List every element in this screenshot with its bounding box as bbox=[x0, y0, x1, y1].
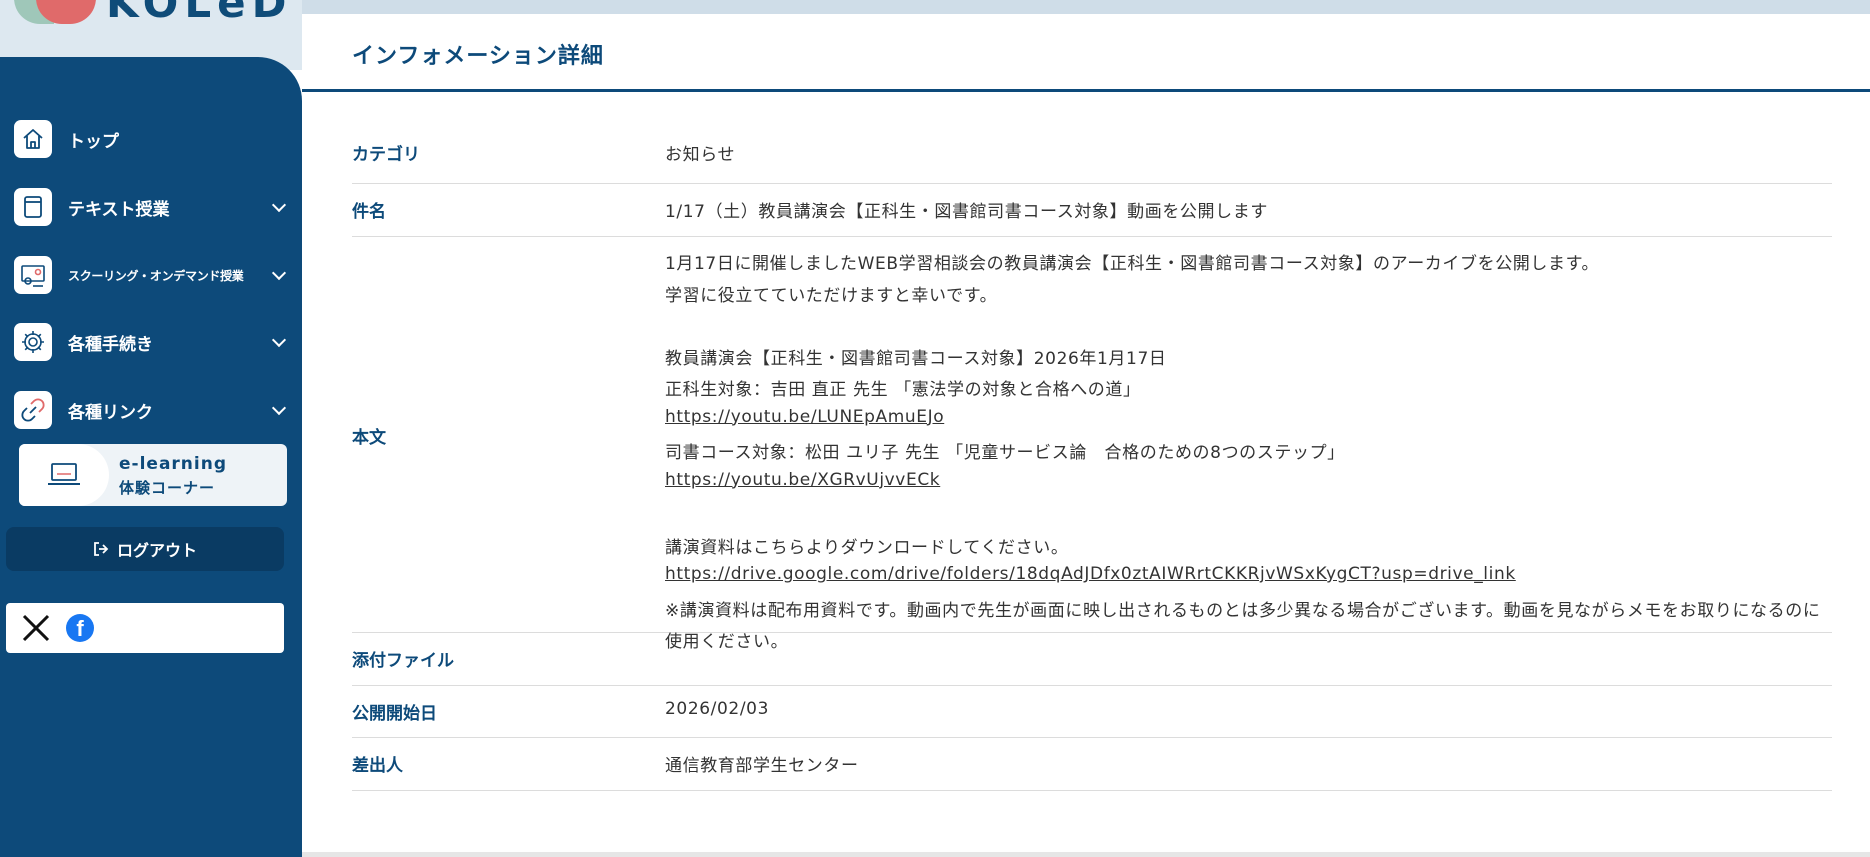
logout-icon bbox=[94, 542, 109, 556]
facebook-icon[interactable]: f bbox=[66, 614, 94, 642]
sidebar-item-top[interactable]: トップ bbox=[14, 119, 294, 159]
chevron-down-icon[interactable] bbox=[271, 197, 287, 213]
subject-label: 件名 bbox=[352, 202, 386, 222]
youtube-link-2[interactable]: https://youtu.be/XGRvUjvvECk bbox=[665, 470, 940, 490]
body-line: 講演資料はこちらよりダウンロードしてください。 bbox=[665, 537, 1069, 558]
app-logo[interactable]: KOLeD bbox=[14, 0, 292, 24]
main-content: インフォメーション詳細 カテゴリ お知らせ 件名 1/17（土）教員講演会【正科… bbox=[302, 14, 1870, 857]
laptop-icon bbox=[19, 444, 109, 506]
detail-row-category: カテゴリ お知らせ bbox=[352, 132, 1832, 184]
chevron-down-icon[interactable] bbox=[271, 400, 287, 416]
detail-row-sender: 差出人 通信教育部学生センター bbox=[352, 738, 1832, 791]
sidebar-item-label: スクーリング・オンデマンド授業 bbox=[68, 268, 244, 283]
logo-text: KOLeD bbox=[106, 0, 293, 27]
body-line: 司書コース対象：松田 ユリ子 先生 「児童サービス論 合格のための8つのステップ… bbox=[665, 443, 1345, 463]
sidebar-item-label: トップ bbox=[68, 131, 119, 152]
body-line: 学習に役立てていただけますと幸いです。 bbox=[665, 285, 998, 306]
bottom-scroll-strip bbox=[302, 852, 1870, 857]
sender-label: 差出人 bbox=[352, 756, 403, 776]
title-divider bbox=[302, 89, 1870, 92]
gear-icon bbox=[14, 323, 52, 361]
body-line bbox=[665, 501, 1833, 533]
sidebar-item-label: テキスト授業 bbox=[68, 199, 170, 220]
chevron-down-icon[interactable] bbox=[271, 332, 287, 348]
drive-link[interactable]: https://drive.google.com/drive/folders/1… bbox=[665, 564, 1516, 584]
body-text: 1月17日に開催しましたWEB学習相談会の教員講演会【正科生・図書館司書コース対… bbox=[665, 249, 1833, 659]
sidebar-item-schooling[interactable]: スクーリング・オンデマンド授業 bbox=[14, 255, 294, 295]
category-label: カテゴリ bbox=[352, 145, 420, 165]
logout-button[interactable]: ログアウト bbox=[6, 527, 284, 571]
sidebar-item-label: 各種手続き bbox=[68, 334, 153, 355]
elearning-title: e-learning bbox=[119, 454, 227, 474]
youtube-link-1[interactable]: https://youtu.be/LUNEpAmuEJo bbox=[665, 407, 944, 427]
detail-row-publish-date: 公開開始日 2026/02/03 bbox=[352, 686, 1832, 738]
sidebar-item-text-lessons[interactable]: テキスト授業 bbox=[14, 187, 294, 227]
x-icon[interactable] bbox=[20, 612, 52, 644]
sender-value: 通信教育部学生センター bbox=[665, 756, 859, 776]
body-line: 正科生対象：吉田 直正 先生 「憲法学の対象と合格への道」 bbox=[665, 380, 1141, 400]
elearning-banner[interactable]: e-learning 体験コーナー bbox=[19, 444, 287, 506]
body-line: 1月17日に開催しましたWEB学習相談会の教員講演会【正科生・図書館司書コース対… bbox=[665, 254, 1600, 274]
page-title: インフォメーション詳細 bbox=[352, 44, 604, 69]
body-line: 教員講演会【正科生・図書館司書コース対象】2026年1月17日 bbox=[665, 348, 1167, 369]
social-links: f bbox=[6, 603, 284, 653]
detail-row-attachment: 添付ファイル bbox=[352, 633, 1832, 686]
logo-mark-icon bbox=[14, 0, 96, 24]
sidebar-item-label: 各種リンク bbox=[68, 402, 153, 423]
detail-row-body: 本文 1月17日に開催しましたWEB学習相談会の教員講演会【正科生・図書館司書コ… bbox=[352, 237, 1832, 652]
link-icon bbox=[14, 391, 52, 429]
attachment-label: 添付ファイル bbox=[352, 651, 454, 671]
home-icon bbox=[14, 120, 52, 158]
sidebar-item-links[interactable]: 各種リンク bbox=[14, 390, 294, 430]
elearning-subtitle: 体験コーナー bbox=[119, 479, 216, 497]
publish-date-label: 公開開始日 bbox=[352, 704, 437, 724]
chevron-down-icon[interactable] bbox=[271, 265, 287, 281]
body-label: 本文 bbox=[352, 428, 386, 448]
subject-value: 1/17（土）教員講演会【正科生・図書館司書コース対象】動画を公開します bbox=[665, 202, 1268, 222]
book-icon bbox=[14, 188, 52, 226]
detail-row-subject: 件名 1/17（土）教員講演会【正科生・図書館司書コース対象】動画を公開します bbox=[352, 184, 1832, 237]
video-class-icon bbox=[14, 256, 52, 294]
logout-label: ログアウト bbox=[116, 541, 197, 560]
body-line bbox=[665, 312, 1833, 344]
publish-date-value: 2026/02/03 bbox=[665, 699, 769, 719]
sidebar-item-procedures[interactable]: 各種手続き bbox=[14, 322, 294, 362]
category-value: お知らせ bbox=[665, 145, 736, 165]
